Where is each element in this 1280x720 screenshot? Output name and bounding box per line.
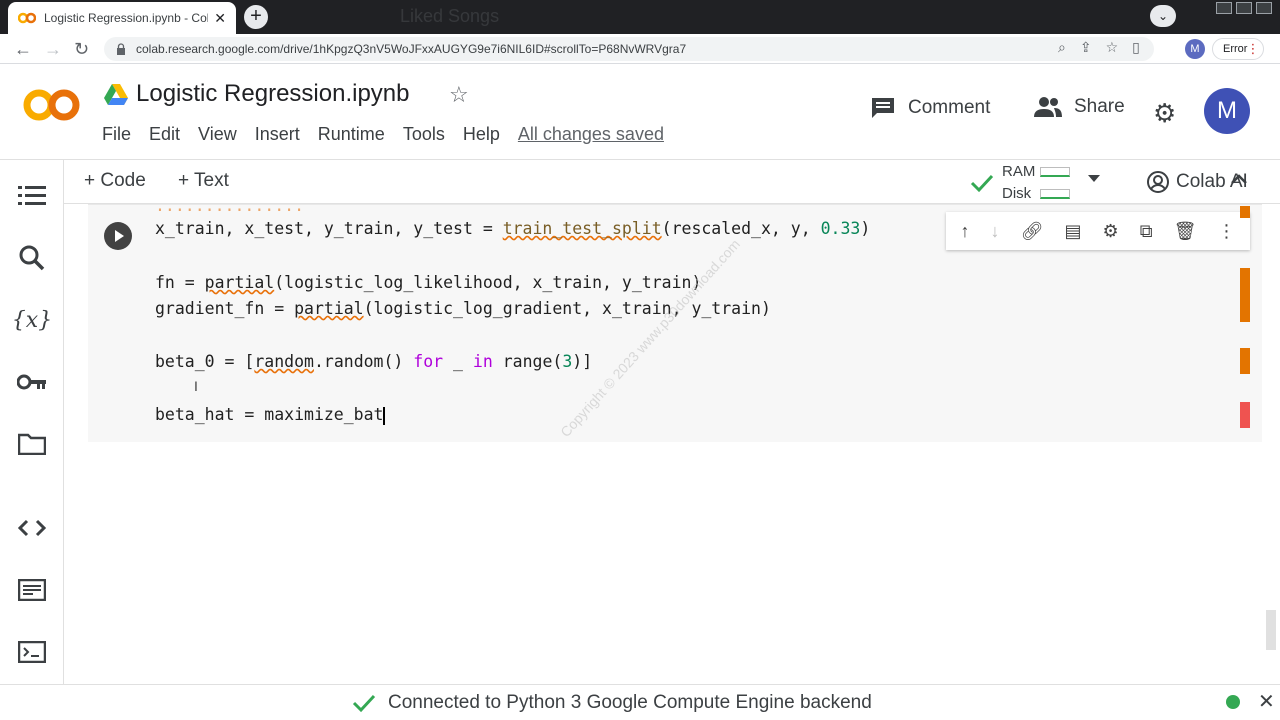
status-bar: Connected to Python 3 Google Compute Eng… <box>0 684 1280 720</box>
connection-status: Connected to Python 3 Google Compute Eng… <box>352 692 872 714</box>
more-options-icon[interactable]: ⋮ <box>1217 221 1235 242</box>
comment-button[interactable]: Comment <box>870 96 990 120</box>
change-marker <box>1240 268 1250 322</box>
left-rail: {𝑥} <box>0 160 64 684</box>
change-marker <box>1240 348 1250 374</box>
delete-icon[interactable]: 🗑︎ <box>1174 221 1197 242</box>
tab-title: Logistic Regression.ipynb - Colab <box>44 11 209 25</box>
add-code-button[interactable]: + Code <box>84 170 146 192</box>
error-marker <box>1240 402 1250 428</box>
cell-toolbar: ↑ ↓ 🔗︎ ▤ ⚙ ⧉ 🗑︎ ⋮ <box>946 212 1250 250</box>
url-text: colab.research.google.com/drive/1hKpgzQ3… <box>136 42 687 56</box>
code-snippets-icon[interactable] <box>16 512 48 544</box>
comment-cell-icon[interactable]: ▤ <box>1064 221 1081 242</box>
change-marker <box>1240 206 1250 218</box>
browser-toolbar: ← → ↻ colab.research.google.com/drive/1h… <box>0 34 1280 64</box>
colab-header: Logistic Regression.ipynb ☆ File Edit Vi… <box>0 64 1280 160</box>
google-drive-icon[interactable] <box>104 84 128 106</box>
link-icon[interactable]: 🔗︎ <box>1021 221 1044 242</box>
notebook-title[interactable]: Logistic Regression.ipynb <box>136 80 409 108</box>
table-of-contents-icon[interactable] <box>16 180 48 212</box>
menu-edit[interactable]: Edit <box>149 124 180 145</box>
side-panel-icon[interactable]: ▯ <box>1132 39 1140 56</box>
key-icon[interactable] <box>16 366 48 398</box>
cell-settings-icon[interactable]: ⚙ <box>1103 221 1119 242</box>
save-status-link[interactable]: All changes saved <box>518 124 664 145</box>
star-icon[interactable]: ☆ <box>449 82 469 108</box>
browser-tab-strip: Logistic Regression.ipynb - Colab ✕ + Li… <box>0 0 1280 34</box>
user-avatar[interactable]: M <box>1204 88 1250 134</box>
new-tab-button[interactable]: + <box>244 5 268 29</box>
bookmark-star-icon[interactable]: ☆ <box>1106 39 1119 56</box>
browser-tab-colab[interactable]: Logistic Regression.ipynb - Colab ✕ <box>8 2 236 34</box>
menu-view[interactable]: View <box>198 124 237 145</box>
minimize-icon[interactable] <box>1216 2 1232 14</box>
back-icon[interactable]: ← <box>14 38 32 60</box>
browser-profile-avatar[interactable]: M <box>1185 39 1205 59</box>
dropdown-caret-icon[interactable] <box>1088 175 1100 182</box>
text-cursor <box>383 406 386 425</box>
code-line-4[interactable]: beta_0 = [random.random() for _ in range… <box>155 352 592 371</box>
terminal-icon[interactable] <box>16 636 48 668</box>
checkmark-icon <box>970 174 994 193</box>
menu-help[interactable]: Help <box>463 124 500 145</box>
zoom-icon[interactable]: ⌕ <box>1058 39 1066 56</box>
command-palette-icon[interactable] <box>16 574 48 606</box>
address-bar[interactable]: colab.research.google.com/drive/1hKpgzQ3… <box>104 37 1154 61</box>
run-cell-button[interactable] <box>104 222 132 250</box>
colab-favicon-icon <box>18 9 36 27</box>
comment-icon <box>872 98 894 118</box>
move-down-icon[interactable]: ↓ <box>991 221 1000 242</box>
error-button[interactable]: Error <box>1212 38 1265 60</box>
background-tab-label: Liked Songs <box>400 6 500 26</box>
forward-icon[interactable]: → <box>44 38 62 60</box>
people-icon <box>1034 97 1062 117</box>
settings-gear-icon[interactable]: ⚙ <box>1153 98 1176 129</box>
checkmark-icon <box>352 694 376 713</box>
window-controls <box>1216 2 1272 14</box>
disk-bar <box>1040 189 1070 199</box>
tab-close-icon[interactable]: ✕ <box>214 10 226 27</box>
variables-icon[interactable]: {𝑥} <box>12 304 52 336</box>
share-page-icon[interactable]: ⇪ <box>1080 39 1092 56</box>
mirror-cell-icon[interactable]: ⧉ <box>1140 221 1153 242</box>
chevron-down-icon[interactable]: ⌄ <box>1150 5 1176 27</box>
status-message: Connected to Python 3 Google Compute Eng… <box>388 692 872 713</box>
menu-runtime[interactable]: Runtime <box>318 124 385 145</box>
move-up-icon[interactable]: ↑ <box>961 221 970 242</box>
folder-icon[interactable] <box>16 428 48 460</box>
code-line-5[interactable]: beta_hat = maximize_bat <box>155 405 386 425</box>
add-text-button[interactable]: + Text <box>178 170 229 192</box>
resources-indicator[interactable]: RAM Disk <box>970 163 1100 203</box>
comment-label: Comment <box>908 97 991 118</box>
window-close-icon[interactable] <box>1256 2 1272 14</box>
lock-icon <box>117 43 125 55</box>
scrollbar[interactable] <box>1266 610 1276 650</box>
search-icon[interactable] <box>16 242 48 274</box>
disk-label: Disk <box>1002 185 1032 202</box>
ram-label: RAM <box>1002 163 1036 180</box>
mouse-ibeam-cursor: I <box>194 378 198 394</box>
collapse-header-icon[interactable] <box>1230 172 1248 190</box>
ram-bar <box>1040 167 1070 177</box>
menu-file[interactable]: File <box>102 124 131 145</box>
code-line-partial: ............... <box>155 196 305 215</box>
colab-ai-icon <box>1147 171 1169 193</box>
reload-icon[interactable]: ↻ <box>74 38 89 60</box>
colab-logo[interactable] <box>22 86 82 134</box>
menu-insert[interactable]: Insert <box>255 124 300 145</box>
menu-bar: File Edit View Insert Runtime Tools Help… <box>102 124 682 145</box>
code-line-1[interactable]: x_train, x_test, y_train, y_test = train… <box>155 219 870 238</box>
menu-tools[interactable]: Tools <box>403 124 445 145</box>
code-line-2[interactable]: fn = partial(logistic_log_likelihood, x_… <box>155 273 701 292</box>
runtime-status-icon[interactable] <box>1226 695 1240 709</box>
close-status-icon[interactable]: ✕ <box>1258 689 1275 714</box>
share-label: Share <box>1074 96 1125 117</box>
maximize-icon[interactable] <box>1236 2 1252 14</box>
share-button[interactable]: Share <box>1034 96 1125 118</box>
